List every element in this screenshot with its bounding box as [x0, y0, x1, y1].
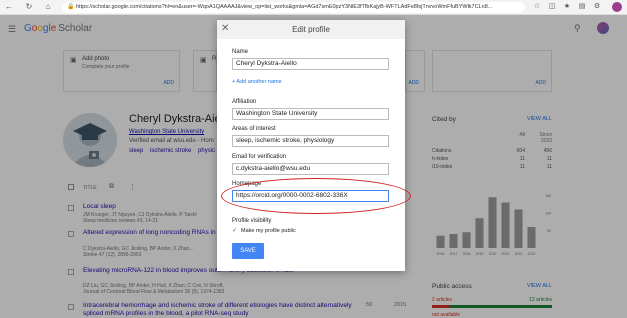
edit-profile-dialog: ✕ Edit profile Name Cheryl Dykstra-Aiell…: [217, 20, 405, 271]
name-field[interactable]: Cheryl Dykstra-Aiello: [232, 58, 389, 70]
reload-icon[interactable]: ↻: [24, 2, 34, 12]
make-public-label: Make my profile public: [241, 228, 296, 234]
email-label: Email for verification: [232, 154, 287, 160]
browser-profile-avatar[interactable]: [612, 2, 622, 12]
lock-icon: 🔒: [67, 4, 75, 10]
affiliation-field[interactable]: Washington State University: [232, 108, 389, 120]
name-label: Name: [232, 49, 249, 55]
url-text: https://scholar.google.com/citations?hl=…: [76, 4, 493, 10]
dialog-title: Edit profile: [292, 25, 330, 34]
email-field[interactable]: c.dykstra-aiello@wsu.edu: [232, 163, 389, 175]
annotation-ellipse: [221, 178, 411, 214]
add-another-name-link[interactable]: + Add another name: [232, 79, 282, 85]
home-icon[interactable]: ⌂: [43, 2, 53, 12]
checkmark-icon[interactable]: ✓: [232, 228, 238, 234]
affiliation-label: Affiliation: [232, 99, 257, 105]
favorites-icon[interactable]: ★: [562, 2, 572, 12]
back-arrow-icon[interactable]: ←: [4, 2, 14, 12]
dialog-header: ✕ Edit profile: [217, 20, 405, 39]
collections-icon[interactable]: ▤: [577, 2, 587, 12]
interests-label: Areas of interest: [232, 126, 276, 132]
make-public-checkbox[interactable]: ✓ Make my profile public: [232, 228, 296, 234]
address-bar[interactable]: 🔒 https://scholar.google.com/citations?h…: [62, 2, 525, 13]
extensions-icon[interactable]: ⚙: [592, 2, 602, 12]
split-screen-icon[interactable]: ◫: [547, 2, 557, 12]
browser-toolbar: ← ↻ ⌂ 🔒 https://scholar.google.com/citat…: [0, 0, 627, 15]
star-icon[interactable]: ☆: [532, 2, 542, 12]
save-button[interactable]: SAVE: [232, 243, 264, 259]
interests-field[interactable]: sleep, ischemic stroke, physiology: [232, 135, 389, 147]
visibility-label: Profile visibility: [232, 218, 272, 224]
